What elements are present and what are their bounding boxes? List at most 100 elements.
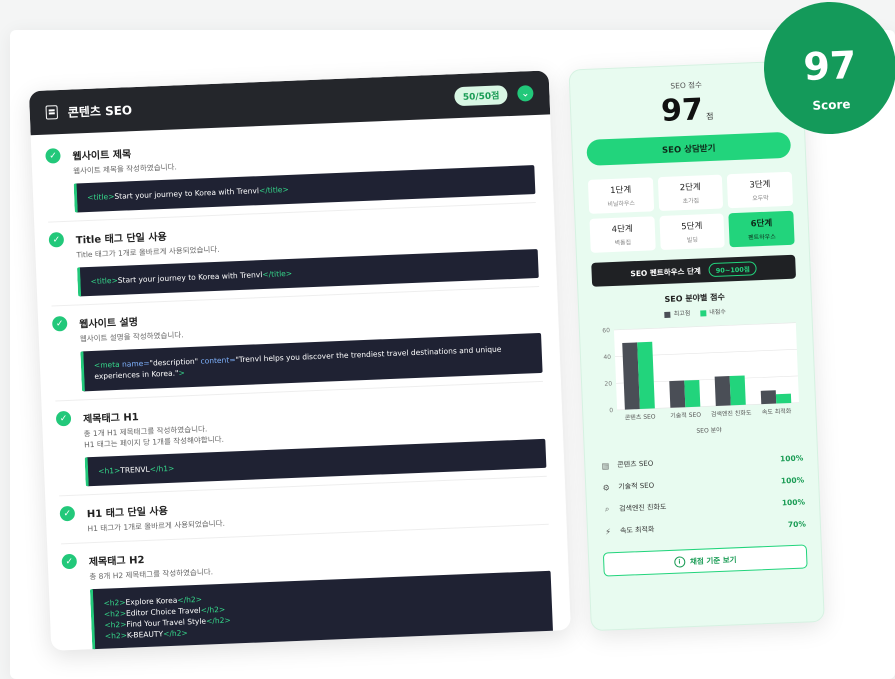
stage-step[interactable]: 4단계벽돌집 — [589, 216, 656, 253]
y-tick-label: 20 — [604, 380, 612, 387]
x-tick-label: 검색엔진 친화도 — [711, 409, 752, 419]
bar — [729, 375, 746, 406]
dashboard: 콘텐츠 SEO 50/50점 ⌄ ✓ 웹사이트 제목 웹사이트 제목을 작성하였습니… — [28, 59, 851, 661]
field-percent: 100% — [780, 474, 805, 485]
stage-step[interactable]: 2단계초가집 — [657, 174, 724, 212]
panel-title: 콘텐츠 SEO — [67, 102, 133, 120]
score-number: 97 — [660, 92, 704, 129]
badge-score: 97 — [802, 42, 858, 90]
stage-step[interactable]: 5단계빌딩 — [659, 213, 726, 251]
code-block: <h2>Explore Korea</h2> <h2>Editor Choice … — [89, 570, 554, 651]
step-sub: 빌딩 — [686, 236, 699, 244]
check-icon: ✓ — [48, 232, 65, 248]
code-token: TRENVL — [120, 464, 150, 475]
code-token: Start your journey to Korea with Trenvl — [114, 186, 260, 201]
step-name: 2단계 — [679, 182, 701, 194]
bolt-icon: ⚡ — [605, 526, 612, 537]
code-token: <h2> — [103, 597, 126, 608]
code-block: <meta name="description" content="Trenvl… — [80, 332, 543, 392]
step-sub: 벽돌집 — [614, 239, 632, 247]
check-icon: ✓ — [51, 315, 68, 332]
stage-step[interactable]: 6단계 펜트하우스 — [728, 210, 795, 248]
stage-step[interactable]: 1단계비닐하우스 — [587, 177, 654, 214]
x-tick-label: 기술적 SEO — [670, 411, 701, 420]
stage-step[interactable]: 3단계오두막 — [727, 171, 794, 209]
item-title: H1 태그 단일 사용 — [86, 506, 169, 521]
bar — [760, 390, 777, 405]
step-name: 3단계 — [749, 179, 771, 191]
step-name: 1단계 — [609, 185, 632, 197]
code-line: <title>Start your journey to Korea with … — [87, 174, 525, 203]
code-token: <h2> — [103, 608, 127, 619]
field-score-list: ▤ 콘텐츠 SEO 100% ⚙ 기술적 SEO 100% ⌕ 검색엔진 친화도 100% ⚡ 속도… — [599, 447, 806, 543]
code-token: <title> — [90, 275, 118, 286]
step-name: 5단계 — [681, 221, 703, 233]
step-sub: 오두막 — [752, 194, 769, 203]
code-token: "description" — [149, 356, 201, 368]
x-tick-label: 속도 최적화 — [762, 407, 792, 416]
item-title: 웹사이트 설명 — [79, 317, 139, 331]
field-percent: 70% — [787, 518, 807, 529]
chevron-down-icon[interactable]: ⌄ — [517, 85, 534, 102]
field-label: 기술적 SEO — [618, 481, 655, 491]
code-token: </h2> — [177, 594, 203, 605]
bar — [714, 376, 731, 406]
step-name: 4단계 — [611, 224, 633, 235]
badge-label: Score — [812, 97, 851, 113]
code-token: Find Your Travel Style — [126, 616, 207, 629]
y-tick-label: 60 — [602, 327, 610, 334]
bar — [637, 341, 655, 410]
gear-icon: ⚙ — [602, 482, 611, 493]
step-sub: 초가집 — [682, 197, 700, 206]
code-token: <h2> — [104, 630, 128, 641]
x-axis-label: SEO 분야 — [696, 426, 722, 435]
code-token: </title> — [262, 268, 293, 280]
code-token: content= — [200, 355, 236, 366]
info-icon: i — [673, 555, 686, 568]
code-token: <title> — [87, 191, 115, 203]
bar-chart: 0 20 40 60 콘텐츠 SEO 기술적 SEO 검색엔진 친화도 속도 최적화 SEO 분… — [590, 316, 807, 446]
code-line: <meta name="description" content="Trenvl… — [94, 342, 533, 382]
stage-label: SEO 펜트하우스 단계 — [630, 265, 701, 278]
code-token: </h1> — [149, 463, 175, 474]
code-line: <title>Start your journey to Korea with … — [90, 258, 528, 287]
content-seo-panel: 콘텐츠 SEO 50/50점 ⌄ ✓ 웹사이트 제목 웹사이트 제목을 작성하였습니… — [28, 70, 571, 651]
field-percent: 100% — [779, 453, 804, 463]
code-token: </h2> — [200, 604, 226, 615]
criteria-label: 채점 기준 보기 — [689, 554, 737, 566]
item-title: Title 태그 단일 사용 — [75, 231, 167, 247]
document-icon — [45, 105, 59, 120]
code-token: </title> — [258, 184, 289, 196]
code-token: > — [178, 368, 185, 378]
check-icon: ✓ — [61, 553, 78, 570]
item-title: 제목태그 H2 — [88, 555, 145, 569]
code-token: </h2> — [162, 628, 188, 639]
step-sub: 비닐하우스 — [607, 200, 636, 209]
points-badge: 50/50점 — [454, 84, 508, 106]
code-token: name= — [121, 358, 150, 369]
field-label: 검색엔진 친화도 — [618, 503, 667, 513]
y-tick-label: 0 — [609, 407, 613, 414]
check-icon: ✓ — [59, 505, 76, 522]
legend-label: 내점수 — [709, 308, 727, 317]
code-token: <h2> — [104, 619, 127, 630]
criteria-button[interactable]: i 채점 기준 보기 — [602, 544, 808, 577]
legend-item: 최고점 — [664, 308, 690, 318]
code-token: </h2> — [205, 615, 231, 626]
search-icon: ⌕ — [604, 504, 610, 514]
bar — [684, 379, 701, 408]
field-percent: 100% — [781, 496, 806, 507]
code-token: <meta — [93, 359, 123, 370]
stage-grid: 1단계 비닐하우스 2단계 초가집 3단계 오두막 4단계 벽돌집 5단계 빌딩 6단계 펜트하우스 — [587, 171, 795, 253]
check-list: ✓ 웹사이트 제목 웹사이트 제목을 작성하였습니다. <title>Start yo… — [31, 114, 571, 651]
item-title: 웹사이트 제목 — [72, 149, 132, 163]
code-line: <h1>TRENVL</h1> — [98, 448, 536, 477]
code-token: <h1> — [98, 465, 121, 476]
field-label: 속도 최적화 — [619, 525, 655, 535]
consult-button[interactable]: SEO 상담받기 — [586, 131, 792, 166]
stage-range: 90~100점 — [708, 261, 758, 278]
current-stage-bar: SEO 펜트하우스 단계 90~100점 — [591, 254, 797, 287]
document-icon: ▤ — [601, 460, 610, 471]
check-icon: ✓ — [45, 148, 61, 164]
code-token: Start your journey to Korea with Trenvl — [117, 270, 263, 285]
